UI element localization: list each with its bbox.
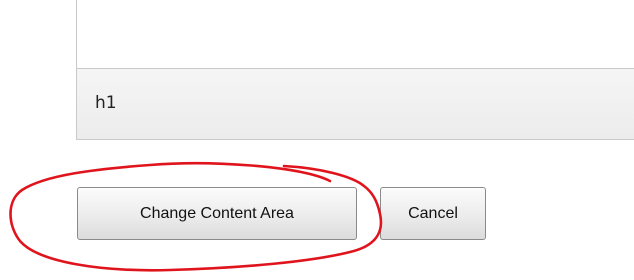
editor-panel: h1 [76, 0, 634, 140]
editor-content-area[interactable] [77, 0, 634, 68]
cancel-button[interactable]: Cancel [380, 187, 486, 240]
editor-status-bar: h1 [77, 68, 634, 139]
element-path-label[interactable]: h1 [95, 93, 117, 113]
change-content-area-button[interactable]: Change Content Area [77, 187, 357, 240]
dialog-stage: h1 Change Content Area Cancel [0, 0, 634, 280]
